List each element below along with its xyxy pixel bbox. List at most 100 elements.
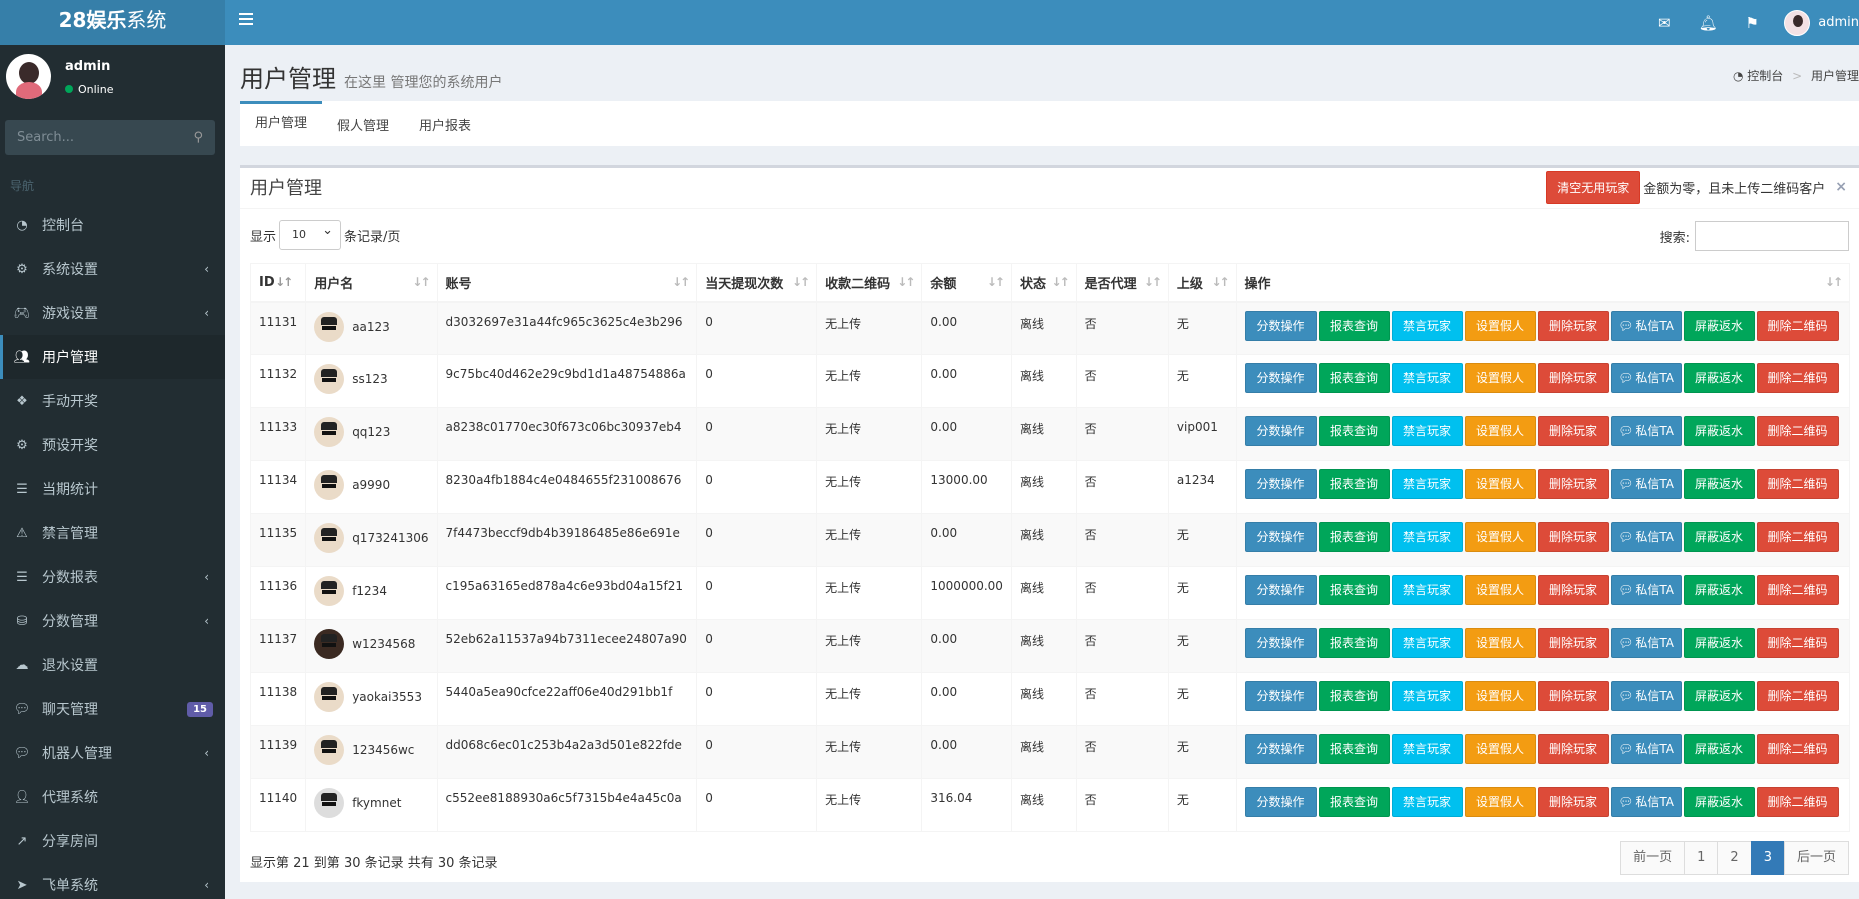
sidebar-item-9[interactable]: ⛁ 分数管理 ‹ bbox=[0, 599, 225, 643]
delete-player-button[interactable]: 删除玩家 bbox=[1537, 522, 1609, 552]
block-rebate-button[interactable]: 屏蔽返水 bbox=[1683, 363, 1755, 393]
score-operation-button[interactable]: 分数操作 bbox=[1244, 628, 1317, 658]
report-query-button[interactable]: 报表查询 bbox=[1318, 734, 1390, 764]
sidebar-item-6[interactable]: ☰ 当期统计 bbox=[0, 467, 225, 511]
private-message-button[interactable]: 💬︎ 私信TA bbox=[1610, 522, 1682, 552]
envelope-icon[interactable]: ✉ bbox=[1642, 0, 1686, 45]
sidebar-item-12[interactable]: 💬︎ 机器人管理 ‹ bbox=[0, 731, 225, 775]
delete-qrcode-button[interactable]: 删除二维码 bbox=[1756, 310, 1839, 341]
breadcrumb-home[interactable]: 控制台 bbox=[1747, 69, 1783, 83]
page-3-button[interactable]: 3 bbox=[1750, 841, 1785, 875]
mute-player-button[interactable]: 禁言玩家 bbox=[1391, 681, 1463, 711]
mute-player-button[interactable]: 禁言玩家 bbox=[1391, 363, 1463, 393]
sort-icon[interactable]: ↓↑ bbox=[1052, 275, 1070, 289]
delete-qrcode-button[interactable]: 删除二维码 bbox=[1756, 681, 1839, 711]
column-header-3[interactable]: 当天提现次数 ↓↑ bbox=[696, 263, 818, 303]
delete-player-button[interactable]: 删除玩家 bbox=[1537, 469, 1609, 499]
report-query-button[interactable]: 报表查询 bbox=[1318, 522, 1390, 552]
page-1-button[interactable]: 1 bbox=[1684, 841, 1719, 875]
block-rebate-button[interactable]: 屏蔽返水 bbox=[1683, 575, 1755, 605]
mute-player-button[interactable]: 禁言玩家 bbox=[1391, 575, 1463, 605]
tab-user-management[interactable]: 用户管理 bbox=[240, 101, 323, 146]
column-header-4[interactable]: 收款二维码 ↓↑ bbox=[816, 263, 923, 303]
report-query-button[interactable]: 报表查询 bbox=[1318, 681, 1390, 711]
score-operation-button[interactable]: 分数操作 bbox=[1244, 681, 1317, 711]
sidebar-item-2[interactable]: 🎮︎ 游戏设置 ‹ bbox=[0, 291, 225, 335]
set-fake-button[interactable]: 设置假人 bbox=[1464, 469, 1536, 499]
sort-icon[interactable]: ↓↑ bbox=[412, 275, 430, 289]
report-query-button[interactable]: 报表查询 bbox=[1318, 575, 1390, 605]
bell-icon[interactable]: 🔔︎ bbox=[1686, 0, 1730, 45]
search-icon[interactable]: ⚲ bbox=[193, 120, 203, 155]
delete-player-button[interactable]: 删除玩家 bbox=[1537, 363, 1609, 393]
score-operation-button[interactable]: 分数操作 bbox=[1244, 469, 1317, 499]
sort-icon[interactable]: ↓↑ bbox=[1144, 275, 1162, 289]
report-query-button[interactable]: 报表查询 bbox=[1318, 310, 1390, 341]
sidebar-item-0[interactable]: ◔ 控制台 bbox=[0, 203, 225, 247]
delete-player-button[interactable]: 删除玩家 bbox=[1537, 734, 1609, 764]
sidebar-toggle-icon[interactable] bbox=[239, 10, 261, 32]
block-rebate-button[interactable]: 屏蔽返水 bbox=[1683, 522, 1755, 552]
score-operation-button[interactable]: 分数操作 bbox=[1244, 734, 1317, 764]
private-message-button[interactable]: 💬︎ 私信TA bbox=[1610, 310, 1682, 341]
page-size-select[interactable]: 10 bbox=[279, 217, 342, 250]
block-rebate-button[interactable]: 屏蔽返水 bbox=[1683, 787, 1755, 817]
mute-player-button[interactable]: 禁言玩家 bbox=[1391, 469, 1463, 499]
set-fake-button[interactable]: 设置假人 bbox=[1464, 734, 1536, 764]
delete-qrcode-button[interactable]: 删除二维码 bbox=[1756, 734, 1839, 764]
set-fake-button[interactable]: 设置假人 bbox=[1464, 575, 1536, 605]
block-rebate-button[interactable]: 屏蔽返水 bbox=[1683, 310, 1755, 341]
clear-unused-players-button[interactable]: 清空无用玩家 bbox=[1546, 170, 1641, 204]
delete-player-button[interactable]: 删除玩家 bbox=[1537, 628, 1609, 658]
mute-player-button[interactable]: 禁言玩家 bbox=[1391, 522, 1463, 552]
column-header-2[interactable]: 账号 ↓↑ bbox=[436, 263, 698, 303]
sidebar-item-11[interactable]: 💬︎ 聊天管理 15 bbox=[0, 687, 225, 731]
column-header-7[interactable]: 是否代理 ↓↑ bbox=[1075, 263, 1169, 303]
column-header-9[interactable]: 操作 ↓↑ bbox=[1235, 263, 1851, 303]
mute-player-button[interactable]: 禁言玩家 bbox=[1391, 628, 1463, 658]
sort-icon[interactable]: ↓↑ bbox=[897, 275, 915, 289]
set-fake-button[interactable]: 设置假人 bbox=[1464, 363, 1536, 393]
sort-icon[interactable]: ↓↑ bbox=[792, 275, 810, 289]
column-header-1[interactable]: 用户名 ↓↑ bbox=[305, 263, 438, 303]
private-message-button[interactable]: 💬︎ 私信TA bbox=[1610, 787, 1682, 817]
score-operation-button[interactable]: 分数操作 bbox=[1244, 363, 1317, 393]
column-header-8[interactable]: 上级 ↓↑ bbox=[1167, 263, 1237, 303]
delete-qrcode-button[interactable]: 删除二维码 bbox=[1756, 575, 1839, 605]
sidebar-item-8[interactable]: ☰ 分数报表 ‹ bbox=[0, 555, 225, 599]
report-query-button[interactable]: 报表查询 bbox=[1318, 416, 1390, 446]
private-message-button[interactable]: 💬︎ 私信TA bbox=[1610, 734, 1682, 764]
page-2-button[interactable]: 2 bbox=[1717, 841, 1752, 875]
delete-qrcode-button[interactable]: 删除二维码 bbox=[1756, 787, 1839, 817]
private-message-button[interactable]: 💬︎ 私信TA bbox=[1610, 575, 1682, 605]
private-message-button[interactable]: 💬︎ 私信TA bbox=[1610, 416, 1682, 446]
mute-player-button[interactable]: 禁言玩家 bbox=[1391, 416, 1463, 446]
column-header-0[interactable]: ID ↓↑ bbox=[249, 263, 307, 303]
column-header-6[interactable]: 状态 ↓↑ bbox=[1010, 263, 1077, 303]
block-rebate-button[interactable]: 屏蔽返水 bbox=[1683, 416, 1755, 446]
delete-player-button[interactable]: 删除玩家 bbox=[1537, 416, 1609, 446]
sidebar-item-1[interactable]: ⚙ 系统设置 ‹ bbox=[0, 247, 225, 291]
report-query-button[interactable]: 报表查询 bbox=[1318, 787, 1390, 817]
sort-icon[interactable]: ↓↑ bbox=[1211, 275, 1229, 289]
sidebar-item-5[interactable]: ⚙ 预设开奖 bbox=[0, 423, 225, 467]
score-operation-button[interactable]: 分数操作 bbox=[1244, 522, 1317, 552]
sidebar-item-10[interactable]: ☁ 退水设置 bbox=[0, 643, 225, 687]
report-query-button[interactable]: 报表查询 bbox=[1318, 469, 1390, 499]
set-fake-button[interactable]: 设置假人 bbox=[1464, 310, 1536, 341]
report-query-button[interactable]: 报表查询 bbox=[1318, 363, 1390, 393]
sidebar-item-15[interactable]: ➤ 飞单系统 ‹ bbox=[0, 863, 225, 899]
delete-qrcode-button[interactable]: 删除二维码 bbox=[1756, 363, 1839, 393]
private-message-button[interactable]: 💬︎ 私信TA bbox=[1610, 469, 1682, 499]
private-message-button[interactable]: 💬︎ 私信TA bbox=[1610, 363, 1682, 393]
delete-qrcode-button[interactable]: 删除二维码 bbox=[1756, 628, 1839, 658]
user-menu[interactable]: admin bbox=[1774, 0, 1859, 45]
score-operation-button[interactable]: 分数操作 bbox=[1244, 310, 1317, 341]
delete-player-button[interactable]: 删除玩家 bbox=[1537, 787, 1609, 817]
sidebar-item-4[interactable]: ❖ 手动开奖 bbox=[0, 379, 225, 423]
delete-qrcode-button[interactable]: 删除二维码 bbox=[1756, 522, 1839, 552]
column-header-5[interactable]: 余额 ↓↑ bbox=[921, 263, 1012, 303]
delete-qrcode-button[interactable]: 删除二维码 bbox=[1756, 469, 1839, 499]
sidebar-item-13[interactable]: 👤︎ 代理系统 bbox=[0, 775, 225, 819]
sidebar-item-7[interactable]: ⚠ 禁言管理 bbox=[0, 511, 225, 555]
